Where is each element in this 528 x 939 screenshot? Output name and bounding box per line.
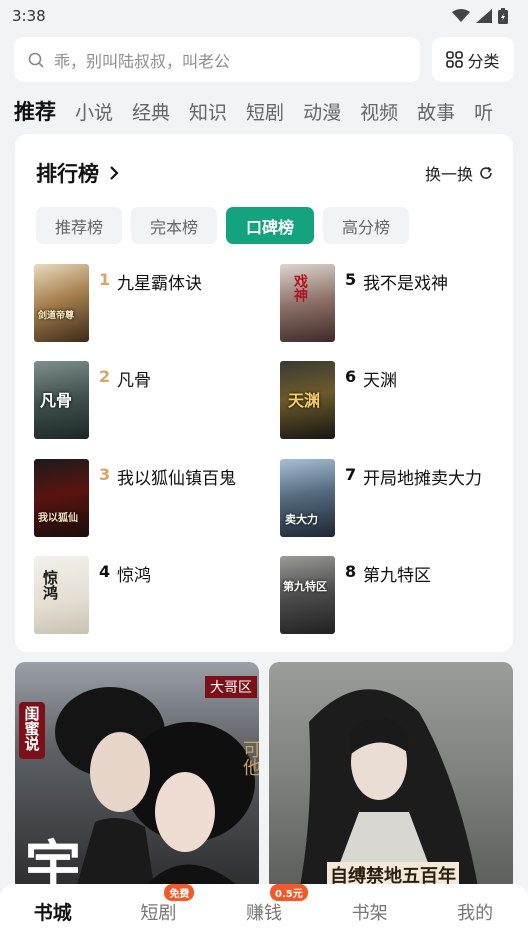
book-rank: 7 xyxy=(345,465,357,484)
book-title: 凡骨 xyxy=(117,371,151,391)
banner-big-char: 宇 xyxy=(25,835,81,892)
cover-title: 我以狐仙 xyxy=(38,513,78,524)
book-title: 天渊 xyxy=(363,371,397,391)
book-cover: 剑道帝尊 xyxy=(34,264,89,342)
banner-right[interactable]: 自缚禁地五百年 xyxy=(269,662,513,892)
book-title: 开局地摊卖大力 xyxy=(363,469,482,489)
book-rank: 4 xyxy=(99,562,111,581)
book-rank: 6 xyxy=(345,367,357,386)
nav-earn[interactable]: 赚钱 0.5元 xyxy=(224,883,308,925)
book-item[interactable]: 戏神 5 我不是戏神 xyxy=(280,264,448,342)
top-tabs: 推荐 小说 经典 知识 短剧 动漫 视频 故事 听 xyxy=(14,92,528,130)
cover-title: 天渊 xyxy=(288,391,321,410)
book-rank: 5 xyxy=(345,270,357,289)
book-item[interactable]: 凡骨 2 凡骨 xyxy=(34,361,151,439)
tab-video[interactable]: 视频 xyxy=(360,98,398,125)
search-row: 乖，别叫陆叔叔，叫老公 分类 xyxy=(14,37,514,82)
cover-title: 惊鸿 xyxy=(41,570,59,600)
ranking-tab-reputation[interactable]: 口碑榜 xyxy=(226,207,314,244)
nav-label: 我的 xyxy=(457,902,494,924)
reward-badge: 0.5元 xyxy=(269,883,308,901)
book-title: 第九特区 xyxy=(363,566,431,586)
refresh-button[interactable]: 换一换 xyxy=(425,161,493,185)
ranking-header: 排行榜 换一换 xyxy=(36,158,493,188)
book-cover: 天渊 xyxy=(280,361,335,439)
cover-title: 第九特区 xyxy=(283,580,327,593)
search-input[interactable]: 乖，别叫陆叔叔，叫老公 xyxy=(14,37,420,82)
cover-title: 凡骨 xyxy=(40,391,73,410)
book-cover: 戏神 xyxy=(280,264,335,342)
book-rank: 3 xyxy=(99,465,111,484)
ranking-card: 排行榜 换一换 推荐榜 完本榜 口碑榜 高分榜 剑道帝尊 1 九星霸体诀 凡骨 … xyxy=(15,134,513,652)
search-placeholder: 乖，别叫陆叔叔，叫老公 xyxy=(54,51,231,71)
bottom-nav: 书城 短剧 免费 赚钱 0.5元 书架 我的 xyxy=(0,883,528,939)
free-badge: 免费 xyxy=(164,883,195,901)
tab-listen[interactable]: 听 xyxy=(474,98,493,125)
category-label: 分类 xyxy=(467,51,500,71)
book-title: 我以狐仙镇百鬼 xyxy=(117,469,236,489)
status-bar: 3:38 xyxy=(0,0,528,32)
book-title: 九星霸体诀 xyxy=(117,274,202,294)
book-title: 我不是戏神 xyxy=(363,274,448,294)
tab-novel[interactable]: 小说 xyxy=(75,98,113,125)
book-item[interactable]: 天渊 6 天渊 xyxy=(280,361,397,439)
wifi-icon xyxy=(452,9,470,22)
refresh-label: 换一换 xyxy=(424,165,473,184)
tab-recommend[interactable]: 推荐 xyxy=(14,96,56,126)
ranking-tabs: 推荐榜 完本榜 口碑榜 高分榜 xyxy=(36,207,409,244)
book-title: 惊鸿 xyxy=(117,566,151,586)
nav-bookshelf[interactable]: 书架 xyxy=(330,899,410,925)
book-rank: 1 xyxy=(99,270,111,289)
signal-icon xyxy=(476,9,492,23)
book-cover: 凡骨 xyxy=(34,361,89,439)
banner-side-text: 闺蜜说 xyxy=(22,706,41,751)
book-item[interactable]: 卖大力 7 开局地摊卖大力 xyxy=(280,459,482,537)
banner-illustration xyxy=(299,689,479,892)
search-icon xyxy=(28,52,44,68)
book-item[interactable]: 第九特区 8 第九特区 xyxy=(280,556,431,634)
nav-label: 短剧 xyxy=(140,902,177,924)
book-item[interactable]: 剑道帝尊 1 九星霸体诀 xyxy=(34,264,202,342)
book-item[interactable]: 我以狐仙 3 我以狐仙镇百鬼 xyxy=(34,459,236,537)
tab-classic[interactable]: 经典 xyxy=(132,98,170,125)
banner-right-text: 可他 xyxy=(240,740,259,776)
book-cover: 我以狐仙 xyxy=(34,459,89,537)
status-icons xyxy=(452,8,508,24)
book-rank: 8 xyxy=(345,562,357,581)
banner-tag: 大哥区 xyxy=(205,676,257,698)
chevron-right-icon xyxy=(110,166,119,180)
tab-short-drama[interactable]: 短剧 xyxy=(246,98,284,125)
nav-bookstore[interactable]: 书城 xyxy=(13,898,93,925)
banner-side-label: 闺蜜说 xyxy=(19,702,45,759)
nav-label: 赚钱 xyxy=(245,902,282,924)
book-item[interactable]: 惊鸿 4 惊鸿 xyxy=(34,556,151,634)
book-cover: 惊鸿 xyxy=(34,556,89,634)
cover-title: 戏神 xyxy=(292,274,308,302)
cover-title: 剑道帝尊 xyxy=(38,311,75,321)
ranking-tab-high-score[interactable]: 高分榜 xyxy=(323,207,409,244)
tab-knowledge[interactable]: 知识 xyxy=(189,98,227,125)
nav-label: 书架 xyxy=(351,902,388,924)
book-rank: 2 xyxy=(99,367,111,386)
cover-title: 卖大力 xyxy=(285,513,318,526)
ranking-title: 排行榜 xyxy=(36,162,99,186)
category-button[interactable]: 分类 xyxy=(432,37,514,82)
battery-icon xyxy=(498,8,508,24)
ranking-tab-completed[interactable]: 完本榜 xyxy=(131,207,217,244)
nav-mine[interactable]: 我的 xyxy=(435,899,515,925)
nav-short-drama[interactable]: 短剧 免费 xyxy=(118,883,198,925)
grid-icon xyxy=(446,51,464,68)
refresh-icon xyxy=(480,166,492,179)
tab-anime[interactable]: 动漫 xyxy=(303,98,341,125)
book-cover: 卖大力 xyxy=(280,459,335,537)
banner-left[interactable]: 闺蜜说 大哥区 可他 宇 xyxy=(15,662,259,892)
ranking-tab-recommend[interactable]: 推荐榜 xyxy=(36,207,122,244)
status-time: 3:38 xyxy=(12,7,46,25)
ranking-title-link[interactable]: 排行榜 xyxy=(36,158,119,188)
nav-label: 书城 xyxy=(33,902,72,924)
book-cover: 第九特区 xyxy=(280,556,335,634)
tab-story[interactable]: 故事 xyxy=(417,98,455,125)
